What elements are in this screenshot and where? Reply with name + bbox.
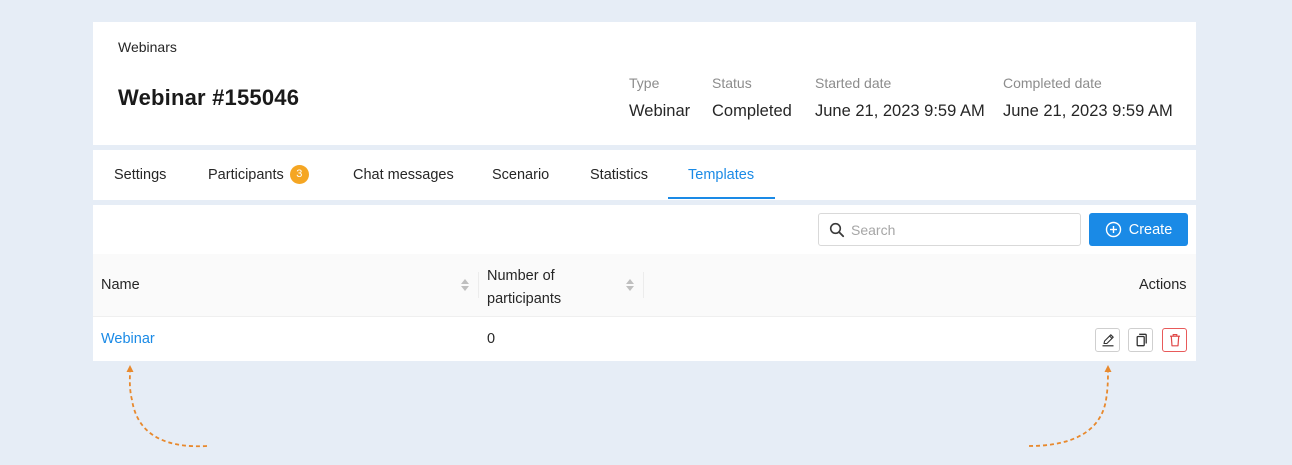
annotation-arrow-left — [126, 365, 208, 448]
annotation-arrow-right — [1028, 365, 1112, 447]
annotation-arrows — [126, 365, 1112, 448]
